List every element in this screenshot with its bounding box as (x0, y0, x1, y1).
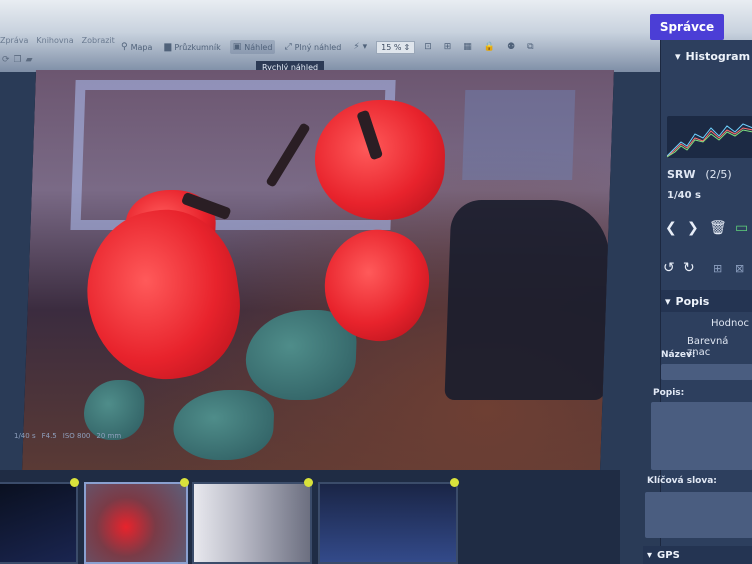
collapse-triangle-icon: ▾ (647, 549, 653, 561)
menu-bar: Zpráva Knihovna Zobrazit (0, 36, 115, 45)
refresh-icon[interactable]: ⟳ (2, 55, 10, 65)
next-icon[interactable]: ❯ (687, 220, 699, 236)
view-toolbar: ⚲ Mapa ▆ Průzkumník ▣ Náhled ⤢ Plný náhl… (118, 36, 537, 58)
status-badge (304, 478, 313, 487)
menu-zobrazit[interactable]: Zobrazit (82, 36, 115, 45)
fit-button[interactable]: ⊞ (441, 40, 455, 54)
status-badge (180, 478, 189, 487)
gps-header[interactable]: ▾ GPS (643, 546, 752, 564)
actual-size-button[interactable]: ⊡ (421, 40, 435, 54)
collapse-triangle-icon: ▾ (665, 294, 671, 308)
add-icon[interactable]: ⊞ (713, 262, 722, 275)
flash-button[interactable]: ⚡ ▾ (350, 40, 370, 54)
lock-button[interactable]: 🔒 (481, 40, 498, 54)
file-format-row: SRW (2/5) (667, 168, 732, 181)
explorer-label: Průzkumník (174, 42, 221, 52)
histogram-title: Histogram (685, 50, 751, 63)
folder-icon: ▆ (164, 42, 172, 52)
remove-icon[interactable]: ⊠ (735, 262, 744, 275)
lock-icon: 🔒 (483, 42, 496, 52)
exif-shutter: 1/40 s (14, 432, 36, 440)
stepper-icon[interactable]: ⇕ (404, 43, 411, 52)
photo-dark-object (444, 200, 612, 400)
zoom-input[interactable]: 15 % ⇕ (376, 40, 416, 54)
keywords-field[interactable] (645, 492, 752, 538)
histogram (667, 116, 752, 158)
file-index: (2/5) (705, 168, 732, 181)
top-toolbar-area: Zpráva Knihovna Zobrazit ⟳ ❐ ▰ ⚲ Mapa ▆ … (0, 0, 752, 72)
color-tag-label: Barevná znac (687, 336, 729, 358)
fit-icon: ⊞ (443, 42, 452, 52)
exif-iso: ISO 800 (62, 432, 91, 440)
compare-button[interactable]: ⧉ (524, 40, 536, 54)
collapse-triangle-icon: ▾ (675, 50, 681, 63)
exif-focal: 20 mm (96, 432, 122, 440)
share-icon[interactable]: ▭ (735, 220, 748, 236)
name-label: Název: (661, 350, 696, 360)
thumbnail[interactable] (318, 478, 459, 564)
photo-flower (312, 100, 447, 220)
copy-icon[interactable]: ❐ (14, 55, 22, 65)
rating-label: Hodnoc (711, 318, 749, 329)
admin-button[interactable]: Správce (650, 14, 724, 40)
description-header[interactable]: ▾ Popis (661, 290, 752, 312)
thumbnail[interactable] (192, 478, 313, 564)
file-format: SRW (667, 168, 696, 181)
map-label: Mapa (130, 42, 153, 52)
zoom-value: 15 % (381, 42, 402, 52)
keywords-label: Klíčová slova: (647, 476, 717, 486)
description-label: Popis: (653, 388, 685, 398)
image-icon: ▣ (232, 42, 242, 52)
menu-knihovna[interactable]: Knihovna (36, 36, 73, 45)
shutter-value: 1/40 s (667, 190, 701, 201)
preview-label: Náhled (244, 42, 273, 52)
compare-icon: ⧉ (527, 42, 534, 52)
fullview-button[interactable]: ⤢ Plný náhled (281, 40, 344, 54)
filmstrip (0, 470, 620, 564)
folder-icon[interactable]: ▰ (26, 55, 33, 65)
people-icon: ⚉ (507, 42, 516, 52)
rotate-right-icon[interactable]: ↻ (683, 260, 695, 276)
description-title: Popis (675, 294, 710, 308)
right-panel: ▾ Histogram SRW (2/5) 1/40 s ❮ ❯ 🗑 ▭ ↺ ↻… (643, 40, 752, 564)
menu-zprava[interactable]: Zpráva (0, 36, 28, 45)
fullview-label: Plný náhled (294, 42, 342, 52)
lightning-icon: ⚡ (353, 42, 360, 52)
status-badge (70, 478, 79, 487)
preview-button[interactable]: ▣ Náhled (229, 40, 276, 54)
fill-button[interactable]: ▦ (460, 40, 475, 54)
explorer-button[interactable]: ▆ Průzkumník (161, 40, 223, 54)
image-viewer[interactable] (22, 70, 615, 470)
fill-icon: ▦ (463, 42, 472, 52)
exif-aperture: F4.5 (41, 432, 57, 440)
chevron-down-icon: ▾ (362, 42, 368, 52)
rotate-left-icon[interactable]: ↺ (663, 260, 675, 276)
photo-window-light (462, 90, 576, 180)
gps-title: GPS (657, 549, 680, 561)
expand-icon: ⤢ (284, 42, 292, 52)
left-tool-icons: ⟳ ❐ ▰ (2, 55, 33, 65)
map-button[interactable]: ⚲ Mapa (118, 40, 155, 54)
thumbnail[interactable] (0, 478, 79, 564)
trash-icon[interactable]: 🗑 (709, 220, 727, 236)
prev-icon[interactable]: ❮ (665, 220, 677, 236)
people-button[interactable]: ⚉ (504, 40, 518, 54)
one-to-one-icon: ⊡ (424, 42, 432, 52)
thumbnail-selected[interactable] (84, 478, 189, 564)
status-badge (450, 478, 459, 487)
histogram-graph (667, 123, 752, 158)
description-field[interactable] (651, 402, 752, 470)
map-pin-icon: ⚲ (121, 42, 128, 52)
name-field[interactable] (661, 364, 752, 380)
histogram-header[interactable]: ▾ Histogram (675, 50, 750, 63)
exif-info: 1/40 s F4.5 ISO 800 20 mm (14, 432, 121, 440)
